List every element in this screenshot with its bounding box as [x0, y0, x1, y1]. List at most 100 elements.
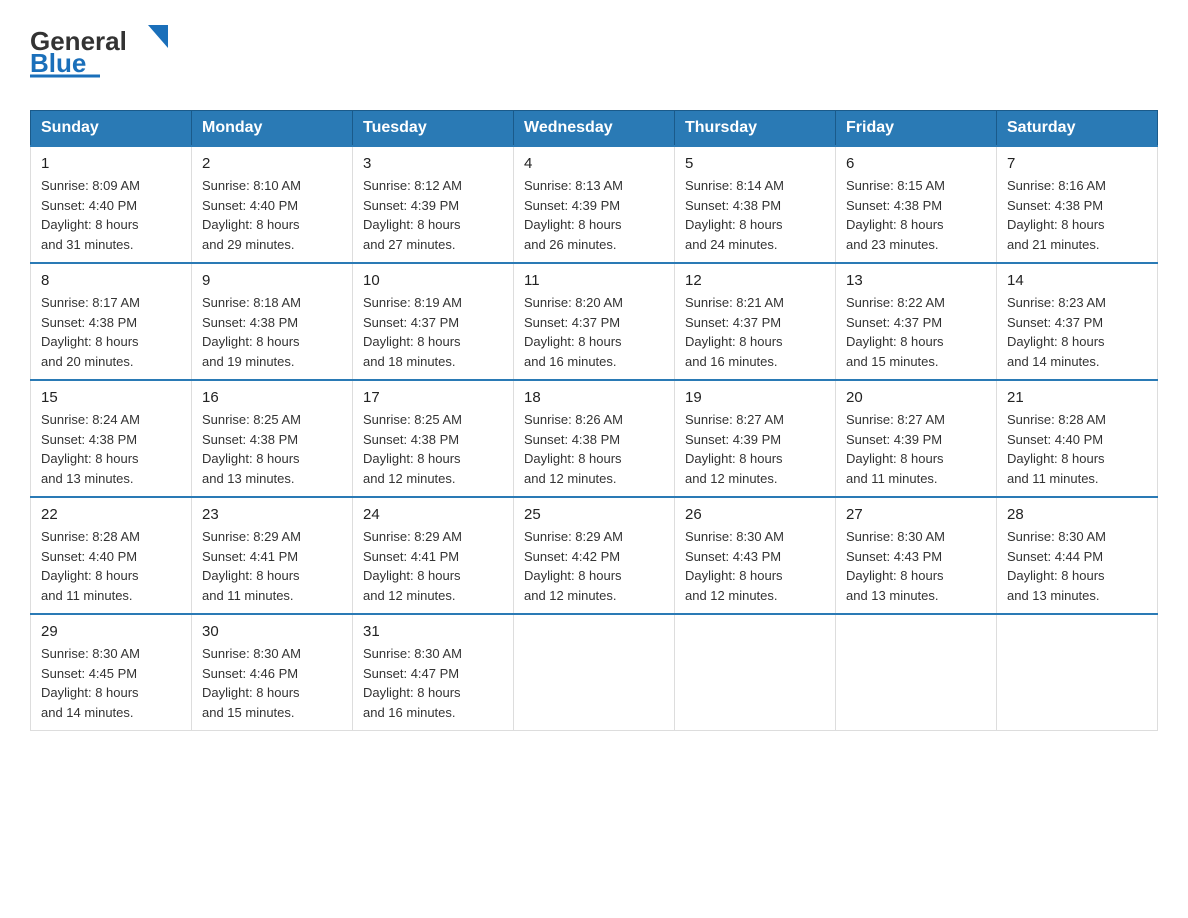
- table-row: 10 Sunrise: 8:19 AMSunset: 4:37 PMDayligh…: [353, 263, 514, 380]
- day-info: Sunrise: 8:14 AMSunset: 4:38 PMDaylight:…: [685, 176, 825, 254]
- day-number: 4: [524, 155, 664, 172]
- day-number: 16: [202, 389, 342, 406]
- calendar-week-row: 15 Sunrise: 8:24 AMSunset: 4:38 PMDayligh…: [31, 380, 1158, 497]
- table-row: 2Sunrise: 8:10 AMSunset: 4:40 PMDaylight…: [192, 146, 353, 263]
- table-row: 20 Sunrise: 8:27 AMSunset: 4:39 PMDayligh…: [836, 380, 997, 497]
- day-info: Sunrise: 8:30 AMSunset: 4:45 PMDaylight:…: [41, 644, 181, 722]
- day-info: Sunrise: 8:09 AMSunset: 4:40 PMDaylight:…: [41, 176, 181, 254]
- svg-text:Blue: Blue: [30, 48, 86, 78]
- day-info: Sunrise: 8:28 AMSunset: 4:40 PMDaylight:…: [1007, 410, 1147, 488]
- day-info: Sunrise: 8:23 AMSunset: 4:37 PMDaylight:…: [1007, 293, 1147, 371]
- table-row: 24Sunrise: 8:29 AMSunset: 4:41 PMDayligh…: [353, 497, 514, 614]
- table-row: 12 Sunrise: 8:21 AMSunset: 4:37 PMDayligh…: [675, 263, 836, 380]
- table-row: 18Sunrise: 8:26 AMSunset: 4:38 PMDayligh…: [514, 380, 675, 497]
- header-wednesday: Wednesday: [514, 111, 675, 147]
- table-row: [836, 614, 997, 731]
- header-sunday: Sunday: [31, 111, 192, 147]
- day-number: 3: [363, 155, 503, 172]
- day-info: Sunrise: 8:26 AMSunset: 4:38 PMDaylight:…: [524, 410, 664, 488]
- day-info: Sunrise: 8:10 AMSunset: 4:40 PMDaylight:…: [202, 176, 342, 254]
- table-row: 8 Sunrise: 8:17 AMSunset: 4:38 PMDaylight…: [31, 263, 192, 380]
- day-number: 24: [363, 506, 503, 523]
- day-number: 25: [524, 506, 664, 523]
- day-info: Sunrise: 8:29 AMSunset: 4:42 PMDaylight:…: [524, 527, 664, 605]
- table-row: 16 Sunrise: 8:25 AMSunset: 4:38 PMDayligh…: [192, 380, 353, 497]
- day-info: Sunrise: 8:24 AMSunset: 4:38 PMDaylight:…: [41, 410, 181, 488]
- day-number: 11: [524, 272, 664, 289]
- table-row: 29 Sunrise: 8:30 AMSunset: 4:45 PMDayligh…: [31, 614, 192, 731]
- day-number: 9: [202, 272, 342, 289]
- table-row: 11 Sunrise: 8:20 AMSunset: 4:37 PMDayligh…: [514, 263, 675, 380]
- day-info: Sunrise: 8:19 AMSunset: 4:37 PMDaylight:…: [363, 293, 503, 371]
- header-tuesday: Tuesday: [353, 111, 514, 147]
- day-info: Sunrise: 8:29 AMSunset: 4:41 PMDaylight:…: [202, 527, 342, 605]
- day-number: 10: [363, 272, 503, 289]
- day-number: 5: [685, 155, 825, 172]
- table-row: 25 Sunrise: 8:29 AMSunset: 4:42 PMDayligh…: [514, 497, 675, 614]
- header-friday: Friday: [836, 111, 997, 147]
- table-row: 1 Sunrise: 8:09 AMSunset: 4:40 PMDaylight…: [31, 146, 192, 263]
- logo-svg: General Blue: [30, 20, 190, 80]
- day-info: Sunrise: 8:30 AMSunset: 4:43 PMDaylight:…: [685, 527, 825, 605]
- table-row: [675, 614, 836, 731]
- day-number: 26: [685, 506, 825, 523]
- table-row: 6 Sunrise: 8:15 AMSunset: 4:38 PMDaylight…: [836, 146, 997, 263]
- table-row: [514, 614, 675, 731]
- day-number: 15: [41, 389, 181, 406]
- day-number: 21: [1007, 389, 1147, 406]
- day-info: Sunrise: 8:25 AMSunset: 4:38 PMDaylight:…: [202, 410, 342, 488]
- header-monday: Monday: [192, 111, 353, 147]
- table-row: [997, 614, 1158, 731]
- day-info: Sunrise: 8:22 AMSunset: 4:37 PMDaylight:…: [846, 293, 986, 371]
- day-info: Sunrise: 8:30 AMSunset: 4:47 PMDaylight:…: [363, 644, 503, 722]
- table-row: 31 Sunrise: 8:30 AMSunset: 4:47 PMDayligh…: [353, 614, 514, 731]
- calendar-week-row: 8 Sunrise: 8:17 AMSunset: 4:38 PMDaylight…: [31, 263, 1158, 380]
- header-saturday: Saturday: [997, 111, 1158, 147]
- table-row: 26 Sunrise: 8:30 AMSunset: 4:43 PMDayligh…: [675, 497, 836, 614]
- table-row: 4 Sunrise: 8:13 AMSunset: 4:39 PMDaylight…: [514, 146, 675, 263]
- day-info: Sunrise: 8:27 AMSunset: 4:39 PMDaylight:…: [685, 410, 825, 488]
- table-row: 15 Sunrise: 8:24 AMSunset: 4:38 PMDayligh…: [31, 380, 192, 497]
- day-number: 8: [41, 272, 181, 289]
- table-row: 17 Sunrise: 8:25 AMSunset: 4:38 PMDayligh…: [353, 380, 514, 497]
- day-info: Sunrise: 8:16 AMSunset: 4:38 PMDaylight:…: [1007, 176, 1147, 254]
- table-row: 5 Sunrise: 8:14 AMSunset: 4:38 PMDaylight…: [675, 146, 836, 263]
- page-header: General Blue: [30, 20, 1158, 90]
- day-info: Sunrise: 8:30 AMSunset: 4:43 PMDaylight:…: [846, 527, 986, 605]
- day-info: Sunrise: 8:27 AMSunset: 4:39 PMDaylight:…: [846, 410, 986, 488]
- table-row: 3Sunrise: 8:12 AMSunset: 4:39 PMDaylight…: [353, 146, 514, 263]
- table-row: 9 Sunrise: 8:18 AMSunset: 4:38 PMDaylight…: [192, 263, 353, 380]
- day-number: 13: [846, 272, 986, 289]
- table-row: 19 Sunrise: 8:27 AMSunset: 4:39 PMDayligh…: [675, 380, 836, 497]
- day-info: Sunrise: 8:21 AMSunset: 4:37 PMDaylight:…: [685, 293, 825, 371]
- day-number: 23: [202, 506, 342, 523]
- day-info: Sunrise: 8:15 AMSunset: 4:38 PMDaylight:…: [846, 176, 986, 254]
- calendar-table: Sunday Monday Tuesday Wednesday Thursday…: [30, 110, 1158, 731]
- day-info: Sunrise: 8:28 AMSunset: 4:40 PMDaylight:…: [41, 527, 181, 605]
- day-info: Sunrise: 8:17 AMSunset: 4:38 PMDaylight:…: [41, 293, 181, 371]
- table-row: 27 Sunrise: 8:30 AMSunset: 4:43 PMDayligh…: [836, 497, 997, 614]
- day-number: 12: [685, 272, 825, 289]
- day-number: 1: [41, 155, 181, 172]
- table-row: 22Sunrise: 8:28 AMSunset: 4:40 PMDayligh…: [31, 497, 192, 614]
- table-row: 14Sunrise: 8:23 AMSunset: 4:37 PMDayligh…: [997, 263, 1158, 380]
- day-info: Sunrise: 8:20 AMSunset: 4:37 PMDaylight:…: [524, 293, 664, 371]
- day-number: 31: [363, 623, 503, 640]
- calendar-week-row: 22Sunrise: 8:28 AMSunset: 4:40 PMDayligh…: [31, 497, 1158, 614]
- day-info: Sunrise: 8:30 AMSunset: 4:44 PMDaylight:…: [1007, 527, 1147, 605]
- day-number: 20: [846, 389, 986, 406]
- day-number: 17: [363, 389, 503, 406]
- table-row: 23 Sunrise: 8:29 AMSunset: 4:41 PMDayligh…: [192, 497, 353, 614]
- calendar-week-row: 29 Sunrise: 8:30 AMSunset: 4:45 PMDayligh…: [31, 614, 1158, 731]
- day-number: 19: [685, 389, 825, 406]
- table-row: 13 Sunrise: 8:22 AMSunset: 4:37 PMDayligh…: [836, 263, 997, 380]
- day-number: 27: [846, 506, 986, 523]
- weekday-header-row: Sunday Monday Tuesday Wednesday Thursday…: [31, 111, 1158, 147]
- day-info: Sunrise: 8:18 AMSunset: 4:38 PMDaylight:…: [202, 293, 342, 371]
- day-info: Sunrise: 8:13 AMSunset: 4:39 PMDaylight:…: [524, 176, 664, 254]
- day-number: 29: [41, 623, 181, 640]
- header-thursday: Thursday: [675, 111, 836, 147]
- calendar-week-row: 1 Sunrise: 8:09 AMSunset: 4:40 PMDaylight…: [31, 146, 1158, 263]
- day-number: 6: [846, 155, 986, 172]
- day-info: Sunrise: 8:25 AMSunset: 4:38 PMDaylight:…: [363, 410, 503, 488]
